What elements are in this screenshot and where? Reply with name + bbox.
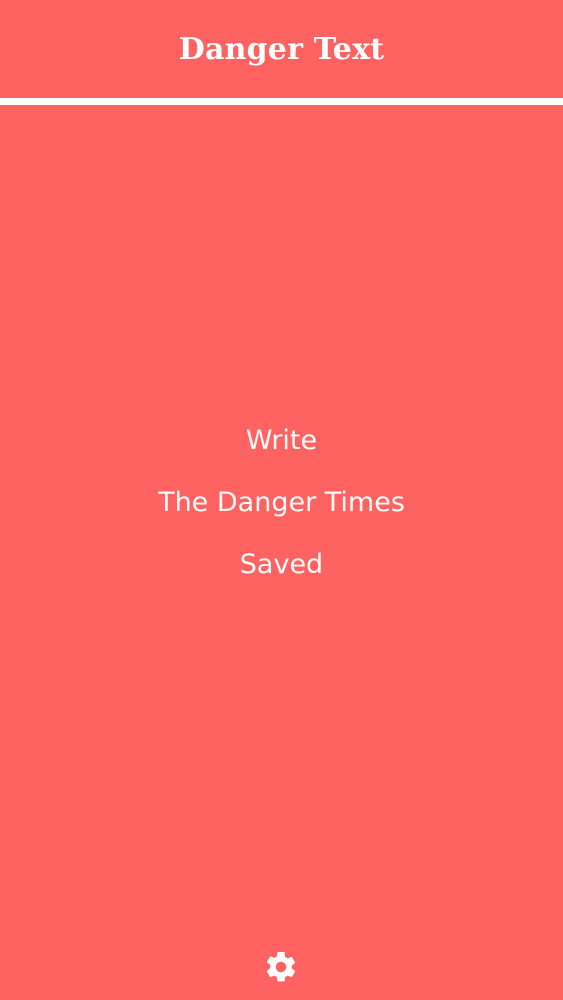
- app-title: Danger Text: [178, 32, 385, 67]
- settings-button[interactable]: [262, 948, 300, 986]
- menu-item-write[interactable]: Write: [246, 410, 317, 472]
- menu-item-danger-times[interactable]: The Danger Times: [158, 472, 405, 534]
- app-screen: Danger Text Write The Danger Times Saved: [0, 0, 563, 1000]
- gear-icon: [263, 949, 299, 985]
- main-menu: Write The Danger Times Saved: [0, 410, 563, 596]
- menu-item-saved[interactable]: Saved: [240, 534, 323, 596]
- header-divider: [0, 98, 563, 105]
- app-header: Danger Text: [0, 0, 563, 98]
